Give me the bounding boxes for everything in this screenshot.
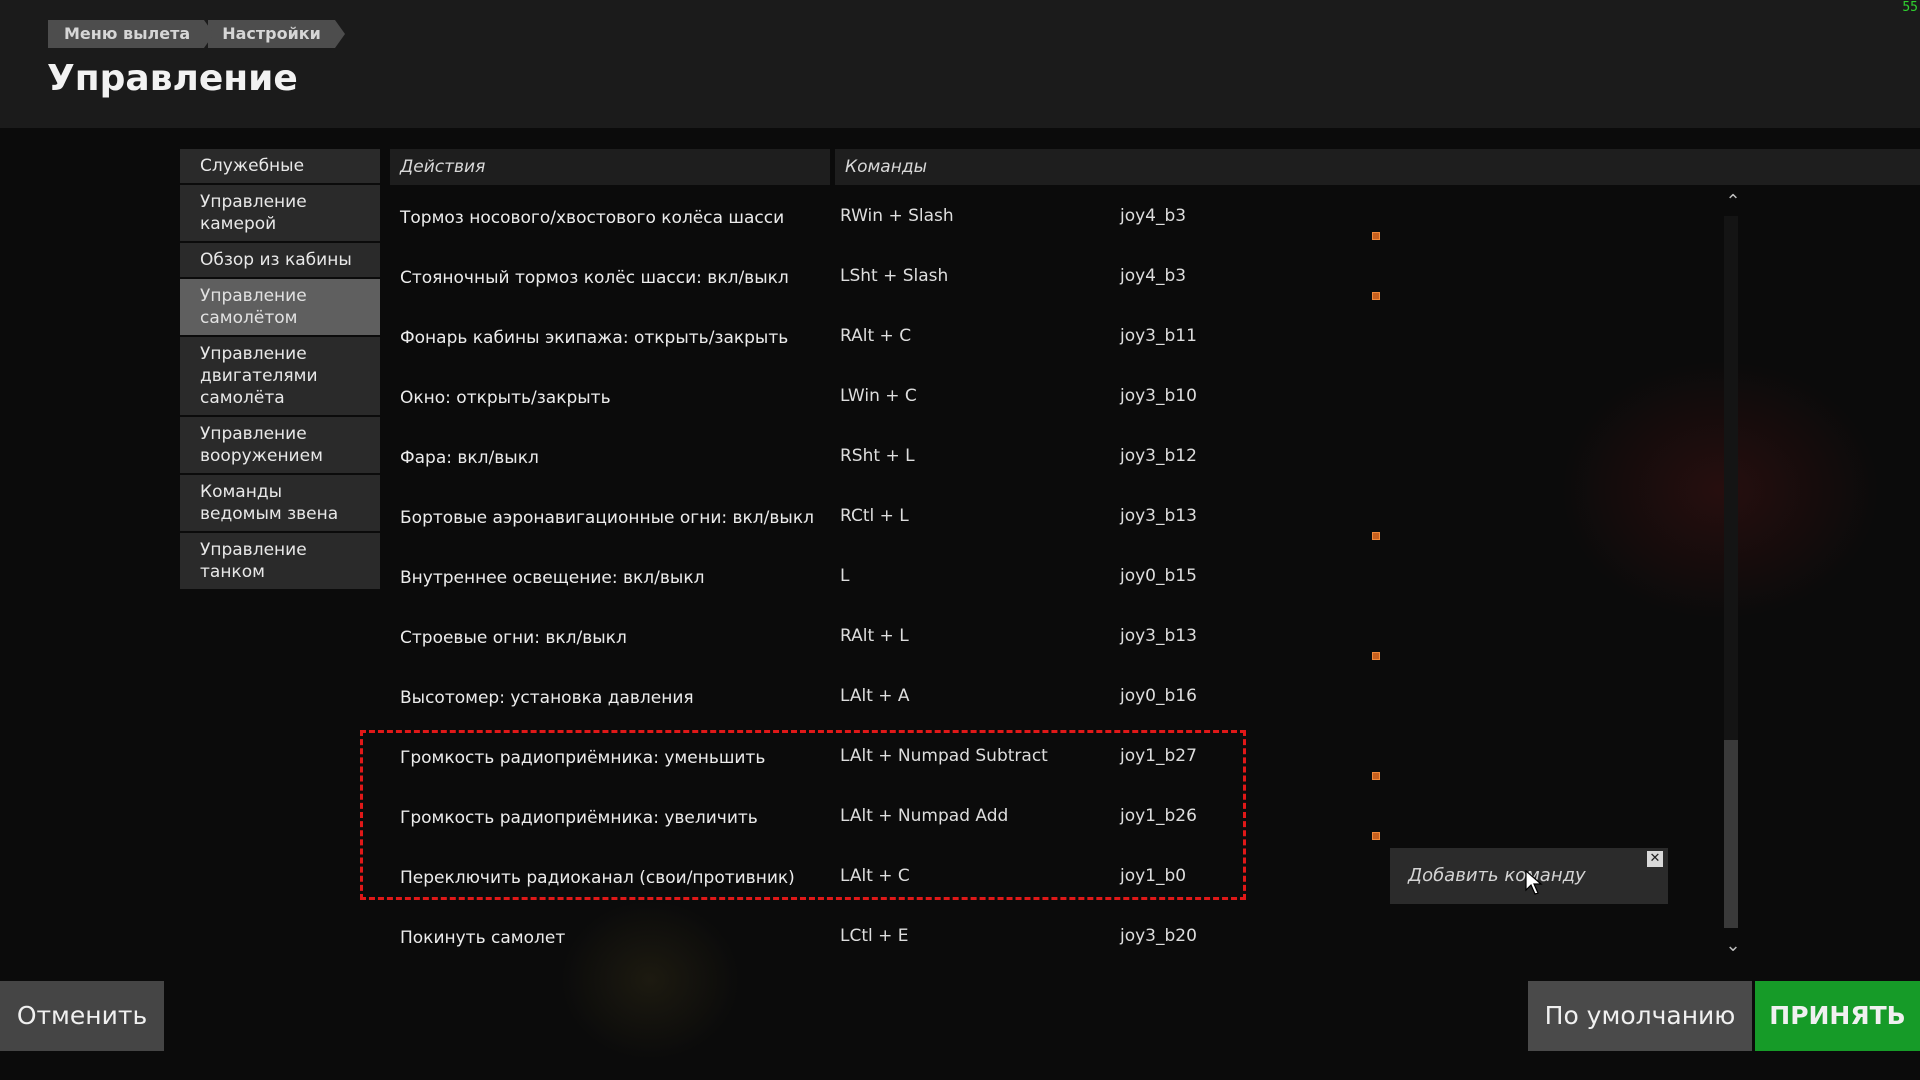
fps-counter: 55: [1902, 0, 1918, 15]
keyboard-binding[interactable]: RCtl + L: [840, 506, 909, 526]
binding-marker-icon: [1372, 232, 1380, 240]
joystick-binding[interactable]: joy1_b26: [1120, 806, 1197, 826]
table-row[interactable]: Тормоз носового/хвостового колёса шасси R…: [390, 188, 1710, 248]
sidebar-item[interactable]: Обзор из кабины: [180, 243, 380, 277]
action-label: Переключить радиоканал (свои/противник): [400, 868, 795, 888]
keyboard-binding[interactable]: LAlt + Numpad Subtract: [840, 746, 1048, 766]
action-label: Внутреннее освещение: вкл/выкл: [400, 568, 705, 588]
binding-marker-icon: [1372, 832, 1380, 840]
accept-button[interactable]: ПРИНЯТЬ: [1755, 981, 1920, 1051]
table-row[interactable]: Фара: вкл/выкл RSht + L joy3_b12: [390, 428, 1710, 488]
sidebar-item[interactable]: Управление двигателями самолёта: [180, 337, 380, 415]
scroll-down-arrow-icon[interactable]: ⌄: [1722, 936, 1744, 956]
column-header-commands: Команды: [835, 149, 1920, 185]
binding-marker-icon: [1372, 772, 1380, 780]
column-header-actions: Действия: [390, 149, 830, 185]
keyboard-binding[interactable]: LSht + Slash: [840, 266, 948, 286]
keyboard-binding[interactable]: L: [840, 566, 849, 586]
category-sidebar: Служебные Управление камерой Обзор из каби…: [180, 149, 380, 591]
breadcrumb-item-flight-menu[interactable]: Меню вылета: [48, 20, 215, 48]
keyboard-binding[interactable]: LAlt + C: [840, 866, 910, 886]
action-label: Тормоз носового/хвостового колёса шасси: [400, 208, 785, 228]
table-row[interactable]: Громкость радиоприёмника: увеличить LAlt …: [390, 788, 1710, 848]
keyboard-binding[interactable]: RSht + L: [840, 446, 915, 466]
joystick-binding[interactable]: joy3_b13: [1120, 506, 1197, 526]
sidebar-item[interactable]: Команды ведомым звена: [180, 475, 380, 531]
breadcrumb: Меню вылета Настройки: [48, 20, 345, 48]
keyboard-binding[interactable]: LAlt + Numpad Add: [840, 806, 1008, 826]
action-label: Бортовые аэронавигационные огни: вкл/вык…: [400, 508, 814, 528]
action-label: Строевые огни: вкл/выкл: [400, 628, 627, 648]
action-label: Стояночный тормоз колёс шасси: вкл/выкл: [400, 268, 789, 288]
joystick-binding[interactable]: joy0_b15: [1120, 566, 1197, 586]
action-label: Громкость радиоприёмника: уменьшить: [400, 748, 766, 768]
table-row[interactable]: Внутреннее освещение: вкл/выкл Ljoy0_b15: [390, 548, 1710, 608]
table-row[interactable]: Покинуть самолет LCtl + E joy3_b20: [390, 908, 1710, 968]
header-bar: Меню вылета Настройки Управление: [0, 0, 1920, 128]
action-label: Окно: открыть/закрыть: [400, 388, 611, 408]
joystick-binding[interactable]: joy3_b12: [1120, 446, 1197, 466]
action-label: Громкость радиоприёмника: увеличить: [400, 808, 758, 828]
table-row[interactable]: Фонарь кабины экипажа: открыть/закрыть RA…: [390, 308, 1710, 368]
binding-marker-icon: [1372, 652, 1380, 660]
table-row[interactable]: Бортовые аэронавигационные огни: вкл/вык…: [390, 488, 1710, 548]
sidebar-item[interactable]: Управление вооружением: [180, 417, 380, 473]
keyboard-binding[interactable]: RAlt + L: [840, 626, 909, 646]
table-row[interactable]: Высотомер: установка давления LAlt + A joy…: [390, 668, 1710, 728]
action-label: Высотомер: установка давления: [400, 688, 694, 708]
action-label: Покинуть самолет: [400, 928, 566, 948]
cancel-button[interactable]: Отменить: [0, 981, 164, 1051]
joystick-binding[interactable]: joy4_b3: [1120, 206, 1186, 226]
keyboard-binding[interactable]: RAlt + C: [840, 326, 911, 346]
table-row[interactable]: Стояночный тормоз колёс шасси: вкл/выкл L…: [390, 248, 1710, 308]
action-label: Фонарь кабины экипажа: открыть/закрыть: [400, 328, 789, 348]
joystick-binding[interactable]: joy3_b13: [1120, 626, 1197, 646]
mouse-cursor-icon: [1525, 870, 1543, 895]
table-row[interactable]: Окно: открыть/закрыть LWin + C joy3_b10: [390, 368, 1710, 428]
joystick-binding[interactable]: joy3_b11: [1120, 326, 1197, 346]
joystick-binding[interactable]: joy4_b3: [1120, 266, 1186, 286]
joystick-binding[interactable]: joy3_b20: [1120, 926, 1197, 946]
joystick-binding[interactable]: joy1_b0: [1120, 866, 1186, 886]
keyboard-binding[interactable]: LAlt + A: [840, 686, 910, 706]
sidebar-item[interactable]: Служебные: [180, 149, 380, 183]
joystick-binding[interactable]: joy3_b10: [1120, 386, 1197, 406]
scrollbar-thumb[interactable]: [1724, 740, 1738, 928]
keyboard-binding[interactable]: LCtl + E: [840, 926, 909, 946]
close-icon[interactable]: ✕: [1647, 851, 1663, 867]
reset-defaults-button[interactable]: По умолчанию: [1528, 981, 1752, 1051]
sidebar-item[interactable]: Управление самолётом: [180, 279, 380, 335]
joystick-binding[interactable]: joy0_b16: [1120, 686, 1197, 706]
action-label: Фара: вкл/выкл: [400, 448, 539, 468]
keyboard-binding[interactable]: LWin + C: [840, 386, 917, 406]
binding-marker-icon: [1372, 292, 1380, 300]
page-title: Управление: [47, 58, 298, 99]
joystick-binding[interactable]: joy1_b27: [1120, 746, 1197, 766]
table-row[interactable]: Строевые огни: вкл/выкл RAlt + L joy3_b13: [390, 608, 1710, 668]
breadcrumb-item-settings[interactable]: Настройки: [208, 20, 345, 48]
sidebar-item[interactable]: Управление танком: [180, 533, 380, 589]
table-row[interactable]: Громкость радиоприёмника: уменьшить LAlt …: [390, 728, 1710, 788]
binding-marker-icon: [1372, 532, 1380, 540]
keyboard-binding[interactable]: RWin + Slash: [840, 206, 954, 226]
sidebar-item[interactable]: Управление камерой: [180, 185, 380, 241]
scroll-up-arrow-icon[interactable]: ⌃: [1722, 192, 1744, 212]
